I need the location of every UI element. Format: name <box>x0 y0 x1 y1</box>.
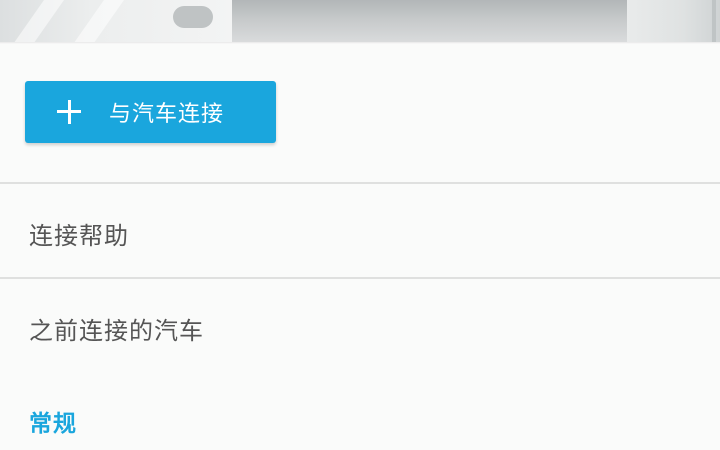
banner-left-segment <box>0 0 232 42</box>
banner-mid-segment <box>232 0 627 42</box>
banner-shadow <box>0 42 720 44</box>
menu-item-label: 连接帮助 <box>29 221 129 250</box>
car-banner-image <box>0 0 720 42</box>
banner-edge <box>712 0 716 42</box>
banner-highlight <box>68 0 132 42</box>
banner-highlight <box>8 0 72 42</box>
connect-car-button[interactable]: 与汽车连接 <box>25 81 276 143</box>
banner-door-handle <box>173 6 213 28</box>
connect-car-button-label: 与汽车连接 <box>109 102 225 127</box>
menu-item-previous-cars[interactable]: 之前连接的汽车 <box>0 283 720 373</box>
banner-right-segment <box>627 0 720 42</box>
divider <box>0 182 720 184</box>
app-screen: 与汽车连接 连接帮助 之前连接的汽车 常规 <box>0 0 720 450</box>
section-header-general: 常规 <box>29 411 77 437</box>
plus-icon <box>57 100 81 124</box>
menu-item-connection-help[interactable]: 连接帮助 <box>0 188 720 278</box>
divider <box>0 277 720 279</box>
menu-item-label: 之前连接的汽车 <box>29 316 204 345</box>
